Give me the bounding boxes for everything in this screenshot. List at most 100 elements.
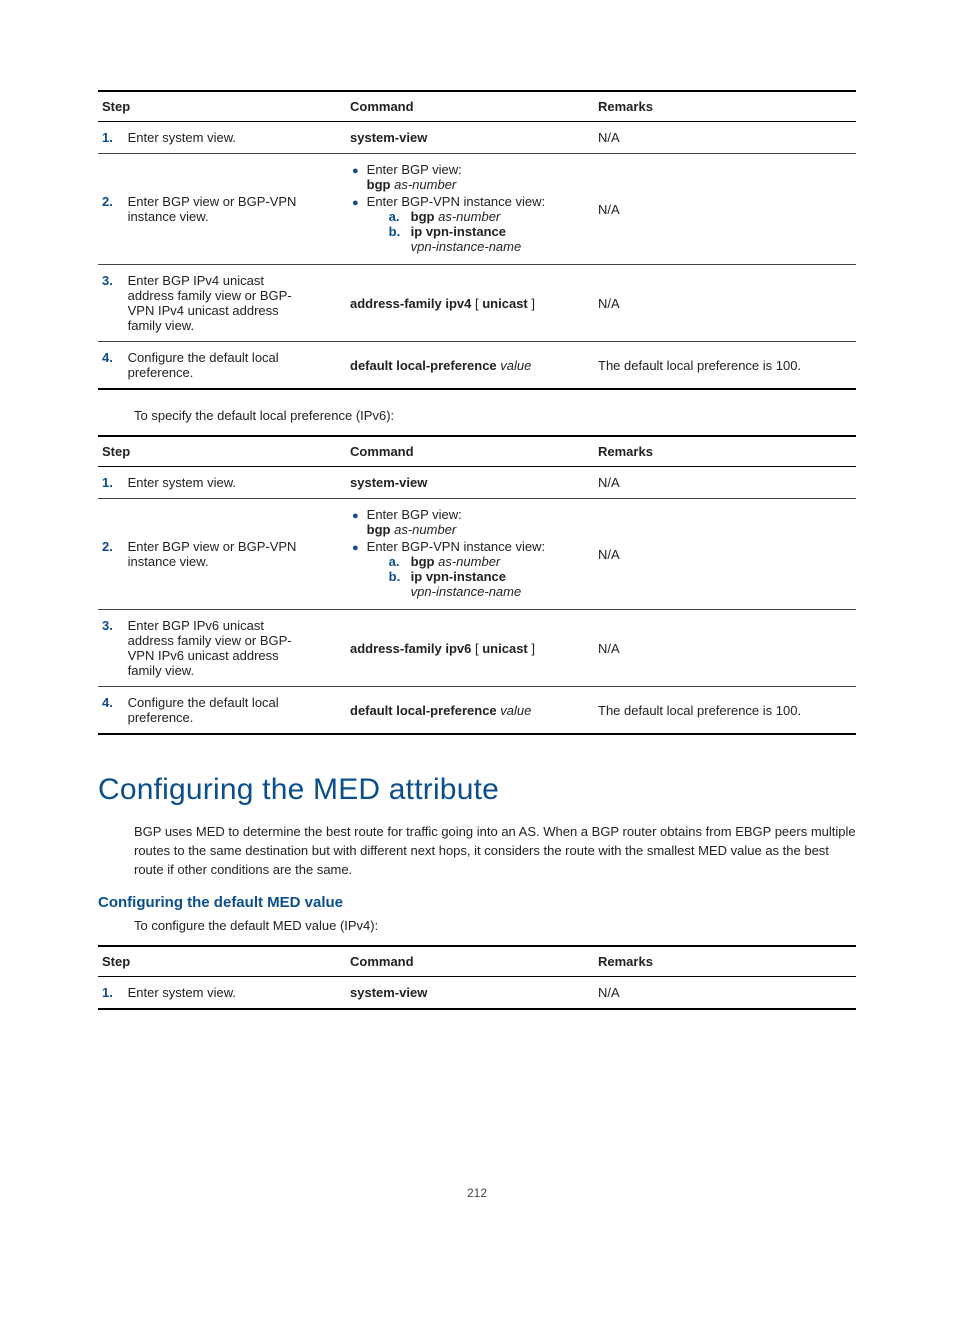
ipv6-preference-table: Step Command Remarks 1. Enter system vie…	[98, 435, 856, 735]
section-title: Configuring the MED attribute	[98, 773, 856, 807]
command-text: system-view	[350, 985, 427, 1000]
sub-item: b. ip vpn-instance vpn-instance-name	[389, 569, 545, 599]
sub-label: b.	[389, 224, 405, 239]
th-remarks: Remarks	[594, 436, 856, 467]
step-text: Enter system view.	[128, 985, 313, 1000]
command-text: system-view	[350, 475, 427, 490]
step-number: 4.	[102, 350, 124, 365]
cmd-italic: vpn-instance-name	[411, 584, 522, 599]
cmd-italic: as-number	[394, 177, 456, 192]
cmd-plain: ]	[528, 296, 535, 311]
th-step: Step	[98, 436, 346, 467]
step-text: Enter system view.	[128, 475, 313, 490]
sub-item: a. bgp as-number	[389, 209, 545, 224]
step-text: Enter BGP view or BGP-VPN instance view.	[128, 539, 313, 569]
bullet-item: ● Enter BGP-VPN instance view: a. bgp as…	[350, 194, 590, 254]
sub-label: b.	[389, 569, 405, 584]
section-body: BGP uses MED to determine the best route…	[134, 823, 856, 880]
bullet-icon: ●	[352, 162, 359, 180]
cmd-bold: ip vpn-instance	[411, 569, 506, 584]
table-row: 1. Enter system view. system-view N/A	[98, 467, 856, 499]
cmd-italic: vpn-instance-name	[411, 239, 522, 254]
th-step: Step	[98, 91, 346, 122]
bullet-icon: ●	[352, 507, 359, 525]
ipv4-preference-table: Step Command Remarks 1. Enter system vie…	[98, 90, 856, 390]
cmd-bold: bgp	[411, 554, 435, 569]
sub-item: a. bgp as-number	[389, 554, 545, 569]
cmd-italic: value	[497, 358, 532, 373]
cmd-bold: address-family ipv4	[350, 296, 471, 311]
bullet-text: Enter BGP-VPN instance view:	[367, 194, 545, 209]
bullet-item: ● Enter BGP view: bgp as-number	[350, 507, 590, 537]
cmd-italic: as-number	[438, 209, 500, 224]
th-remarks: Remarks	[594, 946, 856, 977]
step-text: Enter BGP view or BGP-VPN instance view.	[128, 194, 313, 224]
th-step: Step	[98, 946, 346, 977]
step-text: Configure the default local preference.	[128, 695, 313, 725]
remarks-text: N/A	[594, 610, 856, 687]
cmd-bold: unicast	[482, 641, 528, 656]
cmd-plain: [	[471, 641, 482, 656]
step-number: 3.	[102, 273, 124, 288]
cmd-italic: as-number	[438, 554, 500, 569]
cmd-plain: [	[471, 296, 482, 311]
cmd-bold: bgp	[367, 522, 391, 537]
sub-item: b. ip vpn-instance vpn-instance-name	[389, 224, 545, 254]
remarks-text: The default local preference is 100.	[594, 687, 856, 735]
bullet-icon: ●	[352, 194, 359, 212]
bullet-item: ● Enter BGP view: bgp as-number	[350, 162, 590, 192]
page-number: 212	[98, 1186, 856, 1200]
table-row: 2. Enter BGP view or BGP-VPN instance vi…	[98, 154, 856, 265]
sub-label: a.	[389, 554, 405, 569]
cmd-plain: ]	[528, 641, 535, 656]
remarks-text: N/A	[594, 499, 856, 610]
cmd-italic: as-number	[394, 522, 456, 537]
step-number: 4.	[102, 695, 124, 710]
table-row: 3. Enter BGP IPv4 unicast address family…	[98, 265, 856, 342]
step-text: Enter BGP IPv6 unicast address family vi…	[128, 618, 313, 678]
step-number: 1.	[102, 985, 124, 1000]
table-row: 1. Enter system view. system-view N/A	[98, 122, 856, 154]
th-command: Command	[346, 91, 594, 122]
sub-label: a.	[389, 209, 405, 224]
cmd-italic: value	[497, 703, 532, 718]
bullet-text: Enter BGP view:	[367, 507, 462, 522]
step-text: Enter system view.	[128, 130, 313, 145]
bullet-text: Enter BGP view:	[367, 162, 462, 177]
cmd-bold: default local-preference	[350, 703, 497, 718]
th-remarks: Remarks	[594, 91, 856, 122]
table-row: 4. Configure the default local preferenc…	[98, 687, 856, 735]
bullet-icon: ●	[352, 539, 359, 557]
med-table: Step Command Remarks 1. Enter system vie…	[98, 945, 856, 1010]
remarks-text: N/A	[594, 122, 856, 154]
remarks-text: N/A	[594, 265, 856, 342]
remarks-text: The default local preference is 100.	[594, 342, 856, 390]
command-text: system-view	[350, 130, 427, 145]
table-row: 4. Configure the default local preferenc…	[98, 342, 856, 390]
table-row: 3. Enter BGP IPv6 unicast address family…	[98, 610, 856, 687]
step-number: 2.	[102, 539, 124, 554]
cmd-bold: bgp	[411, 209, 435, 224]
step-number: 1.	[102, 130, 124, 145]
step-text: Enter BGP IPv4 unicast address family vi…	[128, 273, 313, 333]
bullet-text: Enter BGP-VPN instance view:	[367, 539, 545, 554]
remarks-text: N/A	[594, 154, 856, 265]
ipv6-intro-text: To specify the default local preference …	[134, 408, 856, 423]
subsection-title: Configuring the default MED value	[98, 894, 856, 911]
th-command: Command	[346, 946, 594, 977]
table-row: 1. Enter system view. system-view N/A	[98, 977, 856, 1010]
step-text: Configure the default local preference.	[128, 350, 313, 380]
bullet-item: ● Enter BGP-VPN instance view: a. bgp as…	[350, 539, 590, 599]
remarks-text: N/A	[594, 977, 856, 1010]
th-command: Command	[346, 436, 594, 467]
step-number: 2.	[102, 194, 124, 209]
subsection-intro: To configure the default MED value (IPv4…	[134, 917, 856, 936]
remarks-text: N/A	[594, 467, 856, 499]
step-number: 1.	[102, 475, 124, 490]
cmd-bold: unicast	[482, 296, 528, 311]
table-row: 2. Enter BGP view or BGP-VPN instance vi…	[98, 499, 856, 610]
step-number: 3.	[102, 618, 124, 633]
cmd-bold: address-family ipv6	[350, 641, 471, 656]
cmd-bold: ip vpn-instance	[411, 224, 506, 239]
cmd-bold: bgp	[367, 177, 391, 192]
